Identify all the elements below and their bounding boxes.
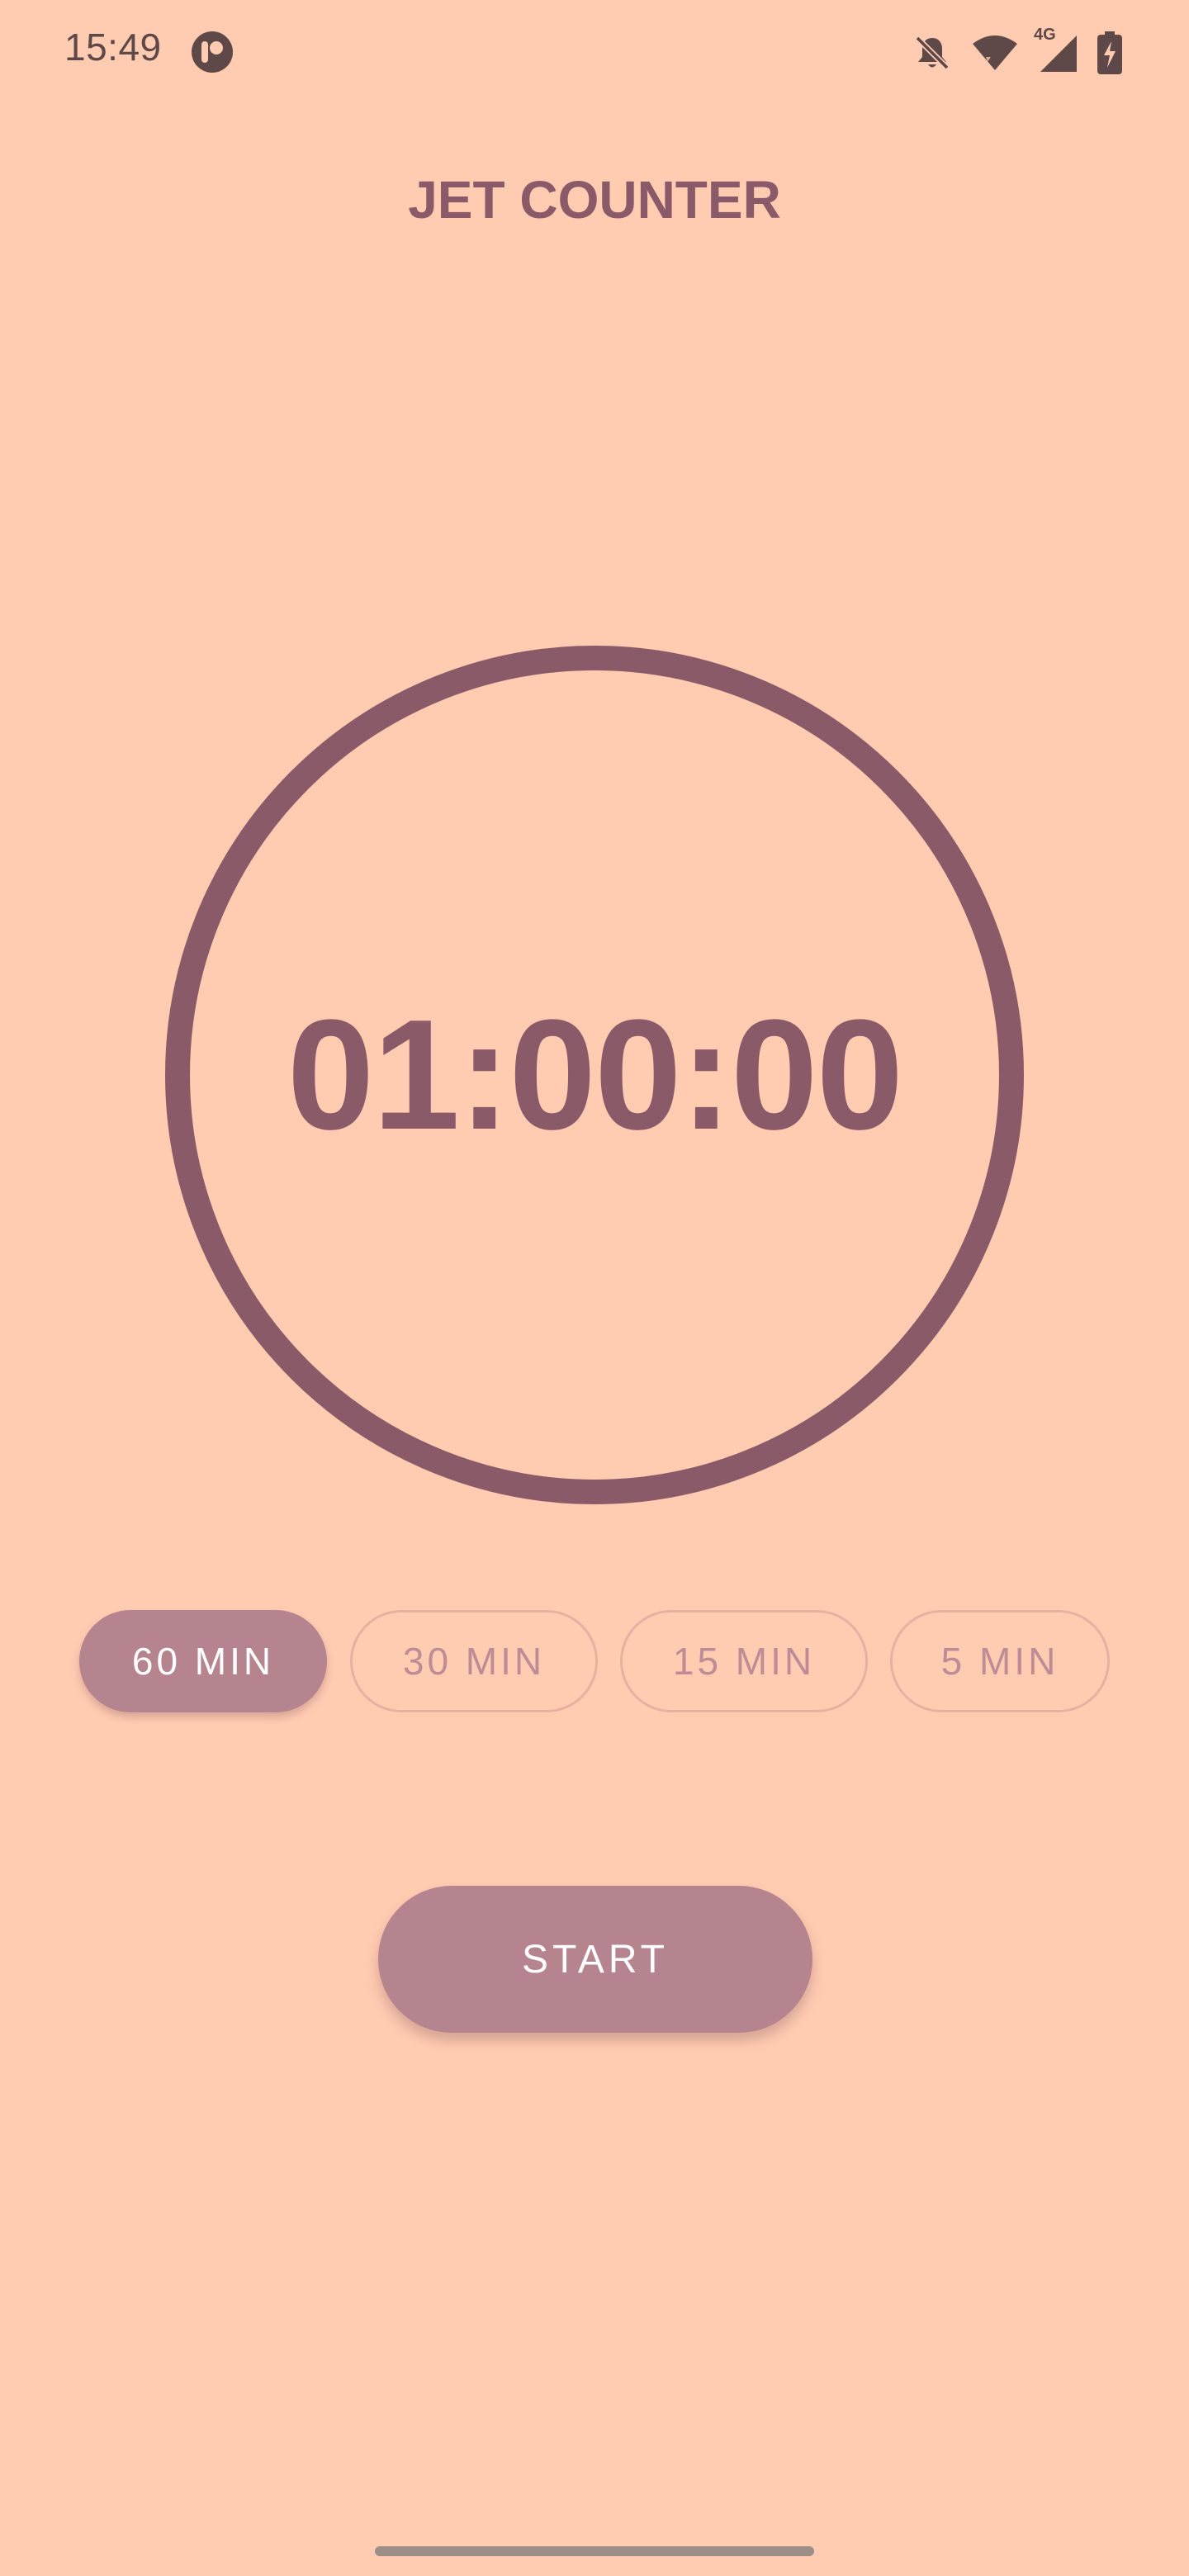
- duration-chip-5-min[interactable]: 5 MIN: [890, 1610, 1110, 1712]
- status-icons: 4G: [912, 26, 1123, 78]
- duration-chip-30-min[interactable]: 30 MIN: [350, 1610, 598, 1712]
- timer-display: 01:00:00: [287, 987, 904, 1163]
- start-button[interactable]: START: [378, 1886, 812, 2033]
- gesture-navigation-bar[interactable]: [375, 2546, 814, 2556]
- notifications-off-icon: [915, 36, 950, 70]
- chip-label: 5 MIN: [940, 1640, 1059, 1683]
- start-button-label: START: [522, 1937, 669, 1982]
- app-notification-icon: [192, 31, 233, 73]
- cellular-signal-icon: 4G: [1034, 26, 1078, 73]
- status-time: 15:49: [64, 26, 162, 69]
- battery-charging-icon: [1097, 31, 1122, 74]
- network-type-label: 4G: [1034, 26, 1056, 44]
- chip-label: 15 MIN: [672, 1640, 816, 1683]
- chip-label: 60 MIN: [131, 1640, 275, 1683]
- app-title: JET COUNTER: [408, 170, 781, 230]
- duration-chip-15-min[interactable]: 15 MIN: [620, 1610, 868, 1712]
- chip-label: 30 MIN: [402, 1640, 546, 1683]
- duration-chip-60-min[interactable]: 60 MIN: [79, 1610, 327, 1712]
- wifi-icon: [973, 36, 1017, 70]
- status-bar: 15:49 4G: [0, 0, 1189, 107]
